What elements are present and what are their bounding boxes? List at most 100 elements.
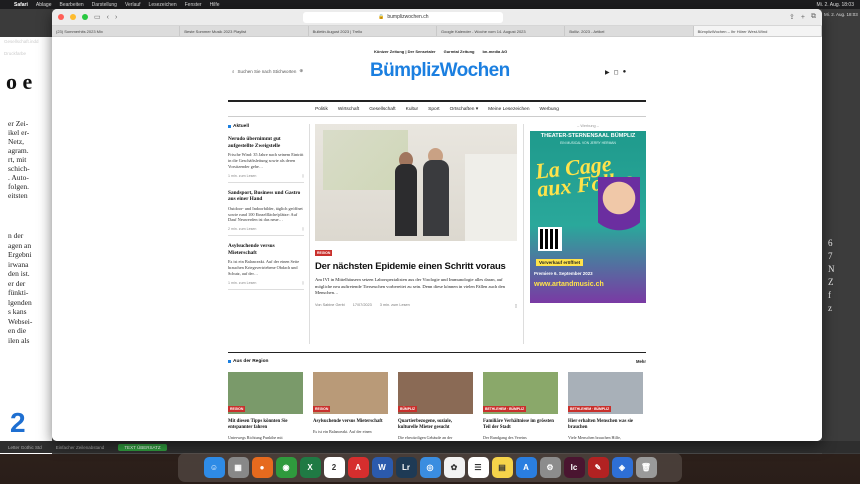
top-link[interactable]: Könizer Zeitung | Der Sensetaler	[374, 49, 436, 54]
bookmark-icon[interactable]: ▯	[515, 303, 517, 308]
region-card[interactable]: BÜMPLIZ Quartierbezogene, soziale, kultu…	[398, 372, 473, 440]
category-badge[interactable]: REGION	[228, 406, 246, 412]
lightroom-icon[interactable]: Lr	[395, 457, 417, 478]
youtube-icon[interactable]: ▶	[605, 69, 610, 76]
menubar-app-name[interactable]: Safari	[14, 2, 28, 8]
share-icon[interactable]: ⇪	[789, 13, 795, 21]
glyph-item[interactable]: Z	[828, 276, 835, 289]
tab-trello[interactable]: Bulletin August 2023 | Trello	[309, 26, 437, 36]
tab-playlist[interactable]: Beste Sommer Musik 2023 Playlist	[180, 26, 309, 36]
acrobat2-icon[interactable]: ✎	[587, 457, 609, 478]
nav-item-gesellschaft[interactable]: Gesellschaft	[369, 107, 395, 112]
nav-item-werbung[interactable]: Werbung	[540, 107, 559, 112]
menu-hilfe[interactable]: Hilfe	[210, 2, 220, 8]
finder-icon[interactable]: ☺	[203, 457, 225, 478]
glyph-item[interactable]: 7	[828, 250, 835, 263]
region-card[interactable]: BETHLEHEM · BÜMPLIZ Familiäre Verhältnis…	[483, 372, 558, 440]
nav-item-wirtschaft[interactable]: Wirtschaft	[338, 107, 359, 112]
glyph-item[interactable]: N	[828, 263, 835, 276]
acrobat-icon[interactable]: A	[347, 457, 369, 478]
address-bar[interactable]: 🔒 bumplizwochen.ch	[303, 11, 504, 23]
tab-overview-icon[interactable]: ⧉	[811, 13, 816, 21]
trash-icon[interactable]: 🗑	[635, 457, 657, 478]
card-title[interactable]: Mit diesen Tipps könnten Sie entspannter…	[228, 419, 303, 431]
minimize-window-button[interactable]	[70, 14, 76, 20]
notes-icon[interactable]: ▤	[491, 457, 513, 478]
photos-icon[interactable]: ✿	[443, 457, 465, 478]
more-link[interactable]: Mehr	[636, 359, 646, 364]
list-item[interactable]: Asylsuchende versus Mieterschaft Es ist …	[228, 243, 304, 290]
profile-icon[interactable]: ●	[623, 69, 627, 76]
category-badge[interactable]: BÜMPLIZ	[398, 406, 418, 412]
menu-bearbeiten[interactable]: Bearbeiten	[59, 2, 83, 8]
card-title[interactable]: Familiäre Verhältnisse im grössten Teil …	[483, 419, 558, 431]
lead-title[interactable]: Der nächsten Epidemie einen Schritt vora…	[315, 261, 517, 272]
article-title[interactable]: Asylsuchende versus Mieterschaft	[228, 243, 304, 256]
appstore-icon[interactable]: A	[515, 457, 537, 478]
tab-calendar[interactable]: Google Kalender - Woche vom 14. August 2…	[437, 26, 566, 36]
glyph-item[interactable]: z	[828, 302, 835, 315]
glyph-item[interactable]: f	[828, 289, 835, 302]
region-card[interactable]: BETHLEHEM · BÜMPLIZ Hier erhalten Mensch…	[568, 372, 643, 440]
category-badge[interactable]: BETHLEHEM · BÜMPLIZ	[483, 406, 527, 412]
launchpad-icon[interactable]: ▦	[227, 457, 249, 478]
settings-icon[interactable]: ⚙	[539, 457, 561, 478]
menubar-clock[interactable]: Mi. 2. Aug. 18:03	[816, 2, 854, 8]
card-image[interactable]: REGION	[313, 372, 388, 414]
nav-item-politik[interactable]: Politik	[315, 107, 328, 112]
list-item[interactable]: Nerudo übernimmt gut aufgestellte Zweigs…	[228, 136, 304, 183]
forward-icon[interactable]: ›	[115, 14, 117, 21]
chrome-icon[interactable]: ◉	[275, 457, 297, 478]
card-title[interactable]: Asylsuchende versus Mieterschaft	[313, 419, 388, 425]
category-badge[interactable]: REGION	[315, 250, 333, 256]
bookmark-icon[interactable]: ▯	[302, 281, 304, 285]
reminders-icon[interactable]: ☰	[467, 457, 489, 478]
nav-item-lesezeichen[interactable]: Meine Lesezeichen	[488, 107, 529, 112]
new-tab-icon[interactable]: +	[801, 14, 805, 21]
card-title[interactable]: Hier erhalten Menschen was sie brauchen	[568, 419, 643, 431]
safari-icon[interactable]: ◎	[419, 457, 441, 478]
document-canvas[interactable]: Gesellschaft.indd Druckfarbe o e er Zei-…	[0, 9, 52, 454]
article-title[interactable]: Nerudo übernimmt gut aufgestellte Zweigs…	[228, 136, 304, 149]
tab-youtube[interactable]: (23) Sommerhits 2023 Mix	[52, 26, 181, 36]
article-title[interactable]: Sandsport, Business und Gastro aus einer…	[228, 190, 304, 203]
instagram-icon[interactable]: ◻	[614, 69, 619, 76]
sidebar-icon[interactable]: ▭	[94, 13, 101, 21]
nav-item-ortschaften[interactable]: Ortschaften ▾	[450, 107, 479, 112]
tab-articles[interactable]: Bolliz. 2023 - Artikel	[565, 26, 694, 36]
bookmark-icon[interactable]: ▯	[302, 227, 304, 231]
card-image[interactable]: BETHLEHEM · BÜMPLIZ	[483, 372, 558, 414]
lead-image[interactable]	[315, 124, 517, 241]
menu-lesezeichen[interactable]: Lesezeichen	[149, 2, 177, 8]
bookmark-icon[interactable]: ▯	[302, 174, 304, 178]
back-icon[interactable]: ‹	[107, 14, 109, 21]
menu-darstellung[interactable]: Darstellung	[92, 2, 117, 8]
region-card[interactable]: REGION Mit diesen Tipps könnten Sie ents…	[228, 372, 303, 440]
card-image[interactable]: BETHLEHEM · BÜMPLIZ	[568, 372, 643, 414]
tab-bumplizwochen[interactable]: BümplizWochen – Ihr Hörer West-Wind	[693, 26, 822, 36]
appstore2-icon[interactable]: ◈	[611, 457, 633, 478]
list-item[interactable]: Sandsport, Business und Gastro aus einer…	[228, 190, 304, 237]
advertisement[interactable]: – Werbung – THEATER-STERNENSAAL BÜMPLIZ …	[530, 124, 646, 303]
document-tab[interactable]: Gesellschaft.indd	[4, 39, 39, 44]
nav-item-kultur[interactable]: Kultur	[406, 107, 419, 112]
card-image[interactable]: REGION	[228, 372, 303, 414]
location-icon[interactable]: ⊕	[299, 68, 303, 74]
category-badge[interactable]: BETHLEHEM · BÜMPLIZ	[568, 406, 612, 412]
status-style[interactable]: Einfacher Zeilenabstand	[56, 445, 105, 450]
excel-icon[interactable]: X	[299, 457, 321, 478]
card-image[interactable]: BÜMPLIZ	[398, 372, 473, 414]
close-window-button[interactable]	[58, 14, 64, 20]
menu-fenster[interactable]: Fenster	[185, 2, 202, 8]
site-logo[interactable]: BümplizWochen	[370, 60, 510, 82]
word-icon[interactable]: W	[371, 457, 393, 478]
glyph-panel[interactable]: Mi. 2. Aug. 18:03 6 7 N Z f z	[822, 9, 860, 454]
ad-banner[interactable]: THEATER-STERNENSAAL BÜMPLIZ EIN MUSICAL …	[530, 131, 646, 303]
search-input[interactable]: Suchen Sie nach Stichworten	[238, 69, 297, 74]
glyph-item[interactable]: 6	[828, 237, 835, 250]
lead-story[interactable]: REGION Der nächsten Epidemie einen Schri…	[315, 124, 517, 308]
top-link[interactable]: Gurmtal Zeitung	[444, 49, 475, 54]
status-font[interactable]: Letter Gothic Std	[8, 445, 42, 450]
category-badge[interactable]: REGION	[313, 406, 331, 412]
nav-item-sport[interactable]: Sport	[428, 107, 439, 112]
